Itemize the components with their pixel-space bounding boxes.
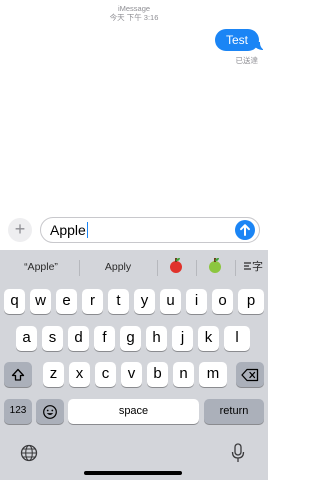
red-apple-emoji[interactable]: [170, 258, 182, 273]
key-t[interactable]: t: [108, 289, 129, 314]
key-k[interactable]: k: [198, 326, 219, 351]
suggestion-divider: [79, 260, 80, 276]
shift-key[interactable]: [4, 362, 32, 387]
handwriting-label: 字: [252, 261, 263, 273]
key-e[interactable]: e: [56, 289, 77, 314]
emoji-key[interactable]: [36, 399, 64, 424]
globe-button[interactable]: [20, 444, 38, 467]
key-w[interactable]: w: [30, 289, 51, 314]
key-d[interactable]: d: [68, 326, 89, 351]
suggestion-divider: [235, 260, 236, 276]
suggestion-divider: [196, 260, 197, 276]
list-lines-icon: [244, 262, 251, 270]
key-i[interactable]: i: [186, 289, 207, 314]
microphone-icon: [231, 443, 245, 462]
suggestion-apply[interactable]: Apply: [83, 260, 153, 274]
globe-icon: [20, 444, 38, 462]
suggestion-bar: “Apple” Apply 字: [0, 250, 268, 286]
key-c[interactable]: c: [95, 362, 116, 387]
key-m[interactable]: m: [199, 362, 227, 387]
key-r[interactable]: r: [82, 289, 103, 314]
handwriting-button[interactable]: 字: [244, 261, 263, 273]
key-j[interactable]: j: [172, 326, 193, 351]
composer-bar: + Apple: [0, 213, 268, 245]
plus-icon[interactable]: +: [8, 218, 32, 242]
sent-message-bubble[interactable]: Test: [214, 29, 259, 51]
emoji-icon: [43, 404, 57, 419]
microphone-button[interactable]: [231, 443, 245, 468]
key-x[interactable]: x: [69, 362, 90, 387]
conversation-header: iMessage 今天 下午 3:16: [0, 4, 268, 22]
delete-key[interactable]: [236, 362, 264, 387]
key-n[interactable]: n: [173, 362, 194, 387]
home-indicator[interactable]: [84, 471, 182, 475]
suggestion-divider: [157, 260, 158, 276]
send-button[interactable]: [235, 220, 255, 240]
numbers-key[interactable]: 123: [4, 399, 32, 424]
key-y[interactable]: y: [134, 289, 155, 314]
key-p[interactable]: p: [238, 289, 264, 314]
key-b[interactable]: b: [147, 362, 168, 387]
arrow-up-icon: [240, 224, 250, 236]
key-a[interactable]: a: [16, 326, 37, 351]
green-apple-emoji[interactable]: [209, 258, 221, 273]
key-z[interactable]: z: [43, 362, 64, 387]
suggestion-quoted[interactable]: “Apple”: [6, 260, 76, 274]
delete-icon: [241, 368, 259, 381]
key-v[interactable]: v: [121, 362, 142, 387]
key-h[interactable]: h: [146, 326, 167, 351]
key-u[interactable]: u: [160, 289, 181, 314]
shift-icon: [11, 368, 25, 381]
message-input[interactable]: Apple: [40, 217, 260, 243]
key-l[interactable]: l: [224, 326, 250, 351]
key-q[interactable]: q: [4, 289, 25, 314]
key-o[interactable]: o: [212, 289, 233, 314]
delivered-status: 已送達: [235, 56, 259, 65]
text-caret: [86, 222, 89, 238]
timestamp: 今天 下午 3:16: [109, 13, 159, 22]
message-input-text: Apple: [50, 222, 89, 239]
space-key[interactable]: space: [68, 399, 199, 424]
service-label: iMessage: [117, 4, 151, 13]
key-g[interactable]: g: [120, 326, 141, 351]
key-s[interactable]: s: [42, 326, 63, 351]
key-f[interactable]: f: [94, 326, 115, 351]
return-key[interactable]: return: [204, 399, 264, 424]
